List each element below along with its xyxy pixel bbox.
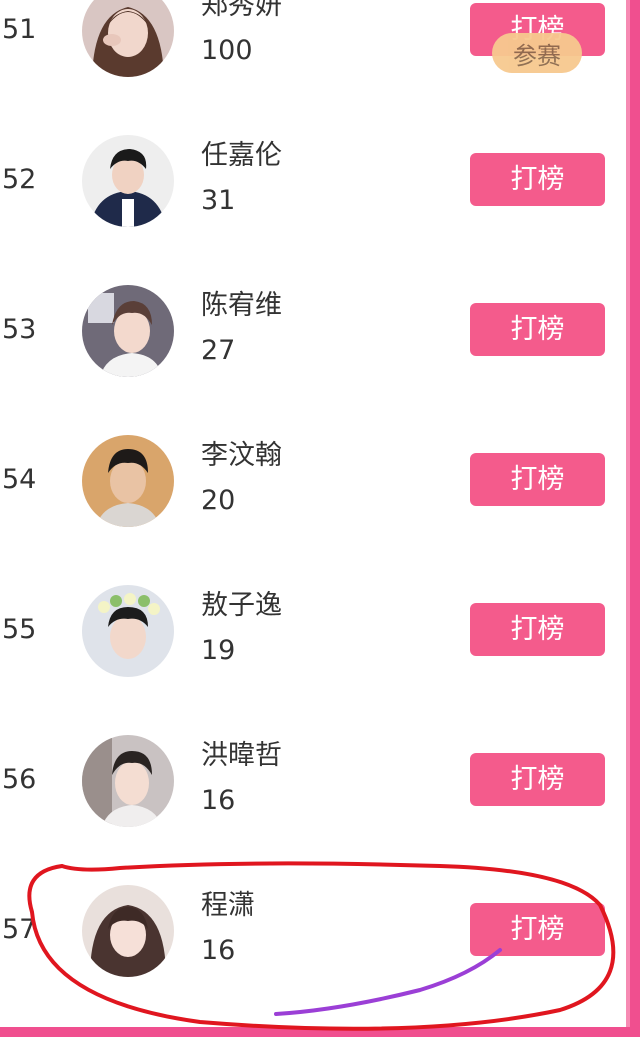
vote-count: 19 xyxy=(201,635,236,666)
vote-button[interactable]: 打榜 xyxy=(470,153,605,206)
rank-number: 54 xyxy=(2,464,37,495)
vote-button[interactable]: 打榜 xyxy=(470,453,605,506)
contestant-name: 程潇 xyxy=(201,890,255,921)
vote-count: 100 xyxy=(201,35,253,66)
avatar[interactable] xyxy=(82,435,174,527)
purple-stroke-annotation xyxy=(274,948,502,1016)
vote-button[interactable]: 打榜 xyxy=(470,903,605,956)
avatar[interactable] xyxy=(82,135,174,227)
entry-badge: 参赛 xyxy=(492,33,582,73)
rank-number: 56 xyxy=(2,764,37,795)
rank-number: 53 xyxy=(2,314,37,345)
vote-button[interactable]: 打榜 xyxy=(470,753,605,806)
avatar[interactable] xyxy=(82,585,174,677)
rank-number: 57 xyxy=(2,914,37,945)
rank-number: 52 xyxy=(2,164,37,195)
rank-number: 51 xyxy=(2,14,37,45)
contestant-name: 陈宥维 xyxy=(201,290,282,321)
avatar[interactable] xyxy=(82,0,174,77)
vote-button[interactable]: 打榜 xyxy=(470,603,605,656)
rank-number: 55 xyxy=(2,614,37,645)
contestant-name: 李汶翰 xyxy=(201,440,282,471)
contestant-name: 郑秀妍 xyxy=(201,0,282,21)
pink-frame-right xyxy=(626,0,640,1037)
vote-count: 16 xyxy=(201,785,236,816)
pink-frame-bottom xyxy=(0,1027,640,1037)
vote-count: 16 xyxy=(201,935,236,966)
vote-count: 20 xyxy=(201,485,236,516)
contestant-name: 敖子逸 xyxy=(201,590,282,621)
contestant-name: 任嘉伦 xyxy=(201,140,282,171)
contestant-name: 洪暐哲 xyxy=(201,740,282,771)
vote-count: 27 xyxy=(201,335,236,366)
vote-count: 31 xyxy=(201,185,236,216)
vote-button[interactable]: 打榜 xyxy=(470,303,605,356)
avatar[interactable] xyxy=(82,885,174,977)
avatar[interactable] xyxy=(82,285,174,377)
avatar[interactable] xyxy=(82,735,174,827)
